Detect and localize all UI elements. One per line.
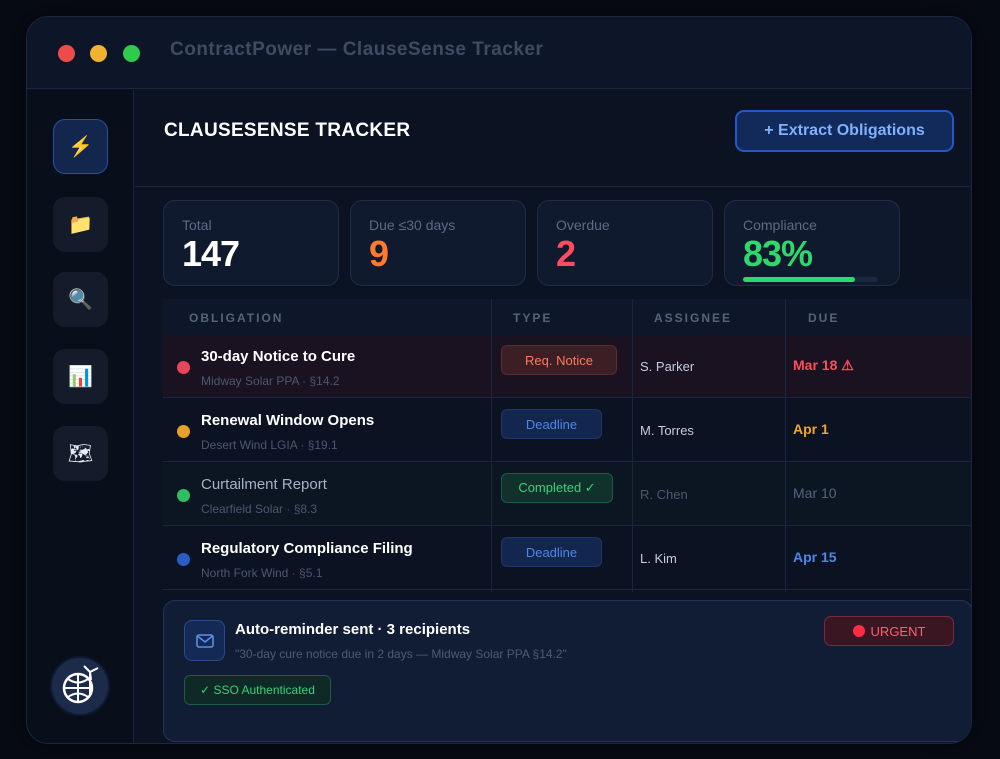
column-divider [491, 299, 492, 592]
avatar[interactable] [50, 656, 110, 716]
urgent-badge[interactable]: URGENT [824, 616, 954, 646]
assignee: L. Kim [640, 551, 677, 566]
stat-label: Total [182, 217, 212, 233]
search-icon: 🔍 [68, 289, 93, 311]
maximize-window-button[interactable] [123, 45, 140, 62]
header-divider [135, 186, 971, 187]
assignee: R. Chen [640, 487, 688, 502]
sidebar: ⚡ 📁 🔍 📊 🗺 [27, 90, 134, 743]
stat-card-due-soon: Due ≤30 days 9 [350, 200, 526, 286]
stat-value: 2 [556, 233, 576, 274]
compliance-progress-fill [743, 277, 856, 282]
obligation-title: Regulatory Compliance Filing [201, 540, 413, 557]
type-badge: Req. Notice [501, 345, 617, 375]
stat-value: 147 [182, 233, 240, 274]
mail-icon [184, 620, 225, 661]
obligation-source: Desert Wind LGIA · §19.1 [201, 438, 338, 452]
sidebar-item-search[interactable]: 🔍 [53, 272, 108, 327]
notification-message: "30-day cure notice due in 2 days — Midw… [235, 647, 567, 661]
table-row[interactable]: Regulatory Compliance Filing North Fork … [163, 527, 971, 590]
window-title: ContractPower — ClauseSense Tracker [170, 39, 544, 60]
obligation-title: 30-day Notice to Cure [201, 348, 356, 365]
lightning-icon: ⚡ [68, 136, 93, 158]
compliance-progress-bar [743, 277, 878, 282]
table-row[interactable]: Renewal Window Opens Desert Wind LGIA · … [163, 399, 971, 462]
assignee: S. Parker [640, 359, 695, 374]
stat-value: 83% [743, 233, 813, 274]
column-divider [785, 299, 786, 592]
stat-label: Due ≤30 days [369, 217, 456, 233]
app-window: ContractPower — ClauseSense Tracker ⚡ 📁 … [26, 16, 972, 744]
urgent-label: URGENT [870, 623, 926, 639]
due-date: Mar 18 ⚠ [793, 357, 854, 373]
extract-obligations-button[interactable]: + Extract Obligations [735, 110, 954, 152]
main-content: CLAUSESENSE TRACKER + Extract Obligation… [135, 90, 971, 743]
due-date: Apr 1 [793, 421, 829, 437]
status-dot [177, 553, 190, 566]
sidebar-item-folder[interactable]: 📁 [53, 197, 108, 252]
column-header-assignee[interactable]: ASSIGNEE [654, 311, 732, 325]
sidebar-item-lightning[interactable]: ⚡ [53, 119, 108, 174]
table-header: OBLIGATION TYPE ASSIGNEE DUE [163, 299, 971, 335]
stat-card-overdue: Overdue 2 [537, 200, 713, 286]
sso-authenticated-badge: ✓ SSO Authenticated [184, 675, 331, 705]
obligation-source: Clearfield Solar · §8.3 [201, 502, 318, 516]
type-badge: Deadline [501, 537, 602, 567]
obligations-table: OBLIGATION TYPE ASSIGNEE DUE 30-day Noti… [163, 299, 971, 592]
stat-label: Compliance [743, 217, 817, 233]
assignee: M. Torres [640, 423, 694, 438]
folder-icon: 📁 [68, 214, 93, 236]
status-dot [177, 425, 190, 438]
obligation-source: North Fork Wind · §5.1 [201, 566, 323, 580]
type-badge: Completed ✓ [501, 473, 613, 503]
table-row[interactable]: Curtailment Report Clearfield Solar · §8… [163, 463, 971, 526]
column-header-obligation[interactable]: OBLIGATION [189, 311, 283, 325]
sidebar-item-map[interactable]: 🗺 [53, 426, 108, 481]
close-window-button[interactable] [58, 45, 75, 62]
status-dot [177, 361, 190, 374]
stat-value: 9 [369, 233, 389, 274]
obligation-source: Midway Solar PPA · §14.2 [201, 374, 340, 388]
urgent-dot-icon [852, 625, 865, 637]
stat-label: Overdue [556, 217, 610, 233]
reminder-notification: Auto-reminder sent · 3 recipients "30-da… [163, 600, 971, 742]
globe-wind-turbine-icon [62, 665, 99, 704]
stat-card-compliance: Compliance 83% [724, 200, 900, 286]
chart-icon: 📊 [68, 366, 93, 388]
minimize-window-button[interactable] [90, 45, 107, 62]
obligation-title: Renewal Window Opens [201, 412, 375, 429]
obligation-title: Curtailment Report [201, 476, 327, 493]
stat-card-total: Total 147 [163, 200, 339, 286]
column-divider [632, 299, 633, 592]
sidebar-item-chart[interactable]: 📊 [53, 349, 108, 404]
column-header-type[interactable]: TYPE [513, 311, 552, 325]
type-badge: Deadline [501, 409, 602, 439]
notification-title: Auto-reminder sent · 3 recipients [235, 621, 471, 638]
column-header-due[interactable]: DUE [808, 311, 839, 325]
title-bar: ContractPower — ClauseSense Tracker [27, 17, 971, 89]
table-row[interactable]: 30-day Notice to Cure Midway Solar PPA ·… [163, 335, 971, 398]
due-date: Mar 10 [793, 485, 837, 501]
page-title: CLAUSESENSE TRACKER [164, 120, 411, 141]
map-icon: 🗺 [67, 443, 94, 465]
status-dot [177, 489, 190, 502]
due-date: Apr 15 [793, 549, 837, 565]
